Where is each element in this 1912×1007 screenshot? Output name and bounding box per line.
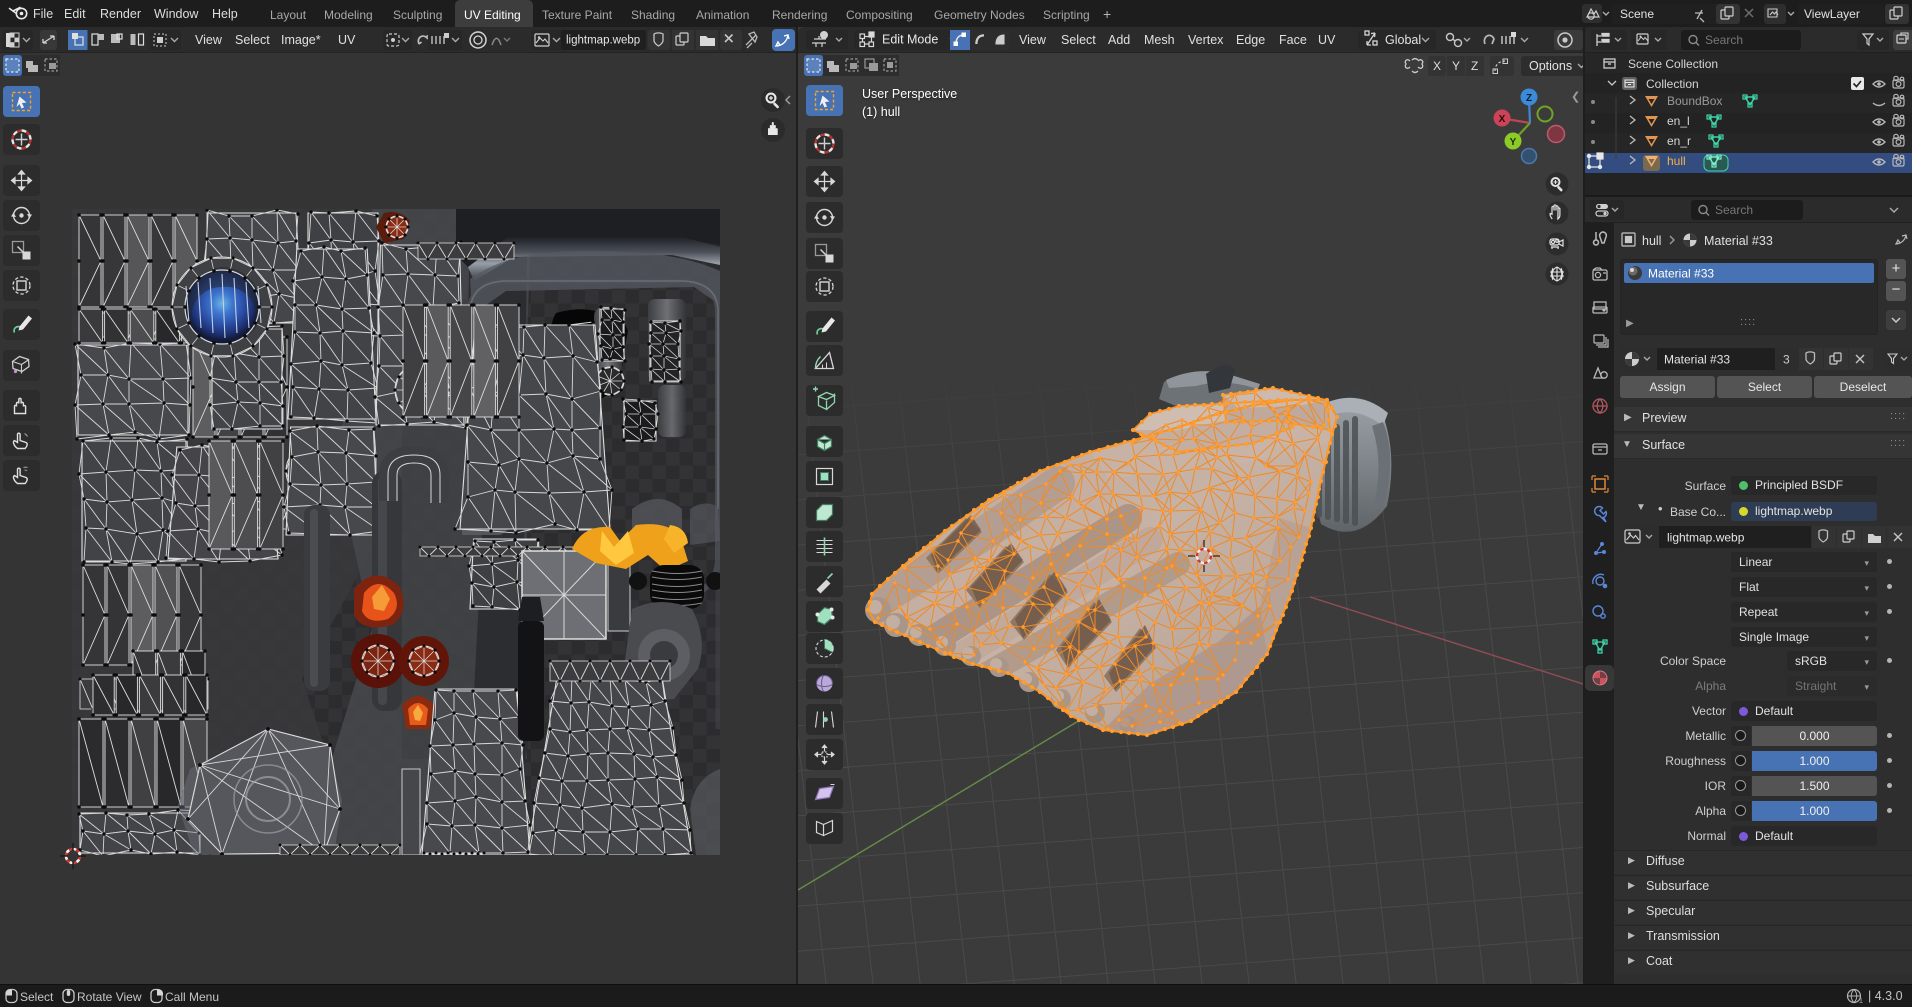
svg-text:hull: hull (1667, 154, 1686, 168)
svg-text:lightmap.webp: lightmap.webp (566, 35, 640, 47)
svg-text:Collection: Collection (1646, 77, 1699, 91)
svg-text:lightmap.webp: lightmap.webp (1667, 531, 1745, 545)
svg-text:Search: Search (1715, 203, 1753, 217)
svg-text:3: 3 (1783, 353, 1790, 367)
svg-text:X: X (1433, 59, 1441, 73)
svg-text:Y: Y (1452, 59, 1460, 73)
svg-text:Z: Z (1526, 93, 1532, 104)
svg-text:ViewLayer: ViewLayer (1804, 7, 1860, 21)
svg-text:Y: Y (1510, 137, 1517, 148)
svg-text:Material #33: Material #33 (1704, 234, 1773, 248)
svg-text:Search: Search (1705, 33, 1743, 47)
svg-text:Options: Options (1529, 59, 1572, 73)
svg-text:BoundBox: BoundBox (1667, 94, 1722, 108)
svg-text:Scene Collection: Scene Collection (1628, 57, 1718, 71)
svg-text:Z: Z (1471, 59, 1478, 73)
svg-text:en_r: en_r (1667, 134, 1691, 148)
svg-text:hull: hull (1642, 234, 1661, 248)
svg-text:Global: Global (1385, 33, 1421, 47)
svg-text:Edit Mode: Edit Mode (882, 33, 938, 47)
svg-text:1: 1 (1859, 998, 1863, 1004)
svg-text:Material #33: Material #33 (1648, 267, 1714, 281)
svg-text:Scene: Scene (1620, 7, 1654, 21)
svg-text:en_l: en_l (1667, 114, 1690, 128)
svg-text:X: X (1499, 114, 1506, 125)
svg-text:Material #33: Material #33 (1664, 353, 1730, 367)
